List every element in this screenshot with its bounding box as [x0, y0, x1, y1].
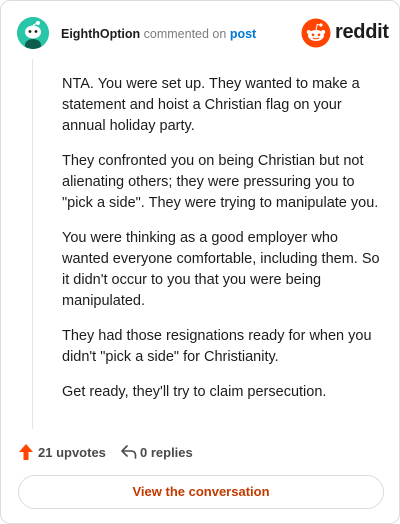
comment-body: NTA. You were set up. They wanted to mak… — [62, 74, 382, 417]
reply-arrow-icon — [121, 445, 137, 459]
comment-paragraph: They confronted you on being Christian b… — [62, 153, 379, 211]
comment-byline: EighthOption commented on post — [61, 26, 256, 42]
byline-verb: commented on — [143, 27, 227, 41]
thread-line — [32, 59, 33, 429]
embedded-comment-card: EighthOption commented on post reddit NT… — [0, 0, 400, 524]
comment-paragraph: You were thinking as a good employer who… — [62, 230, 380, 309]
post-link[interactable]: post — [230, 27, 256, 41]
comment-header: EighthOption commented on post reddit — [17, 17, 389, 51]
reddit-wordmark: reddit — [335, 21, 389, 43]
view-conversation-button[interactable]: View the conversation — [18, 475, 384, 509]
user-avatar[interactable] — [17, 17, 49, 49]
upvote-count: 21 upvotes — [38, 445, 106, 460]
comment-paragraph: They had those resignations ready for wh… — [62, 328, 372, 365]
reply-button[interactable]: 0 replies — [120, 443, 210, 461]
comment-paragraph: NTA. You were set up. They wanted to mak… — [62, 76, 360, 134]
reply-count: 0 replies — [140, 445, 193, 460]
snoo-avatar-icon — [17, 17, 49, 49]
author-link[interactable]: EighthOption — [61, 27, 140, 41]
reddit-logo[interactable]: reddit — [301, 18, 389, 48]
upvote-arrow-icon — [19, 444, 33, 460]
upvote-button[interactable]: 21 upvotes — [18, 443, 108, 461]
comment-paragraph: Get ready, they'll try to claim persecut… — [62, 384, 327, 400]
reddit-snoo-icon — [301, 18, 331, 48]
